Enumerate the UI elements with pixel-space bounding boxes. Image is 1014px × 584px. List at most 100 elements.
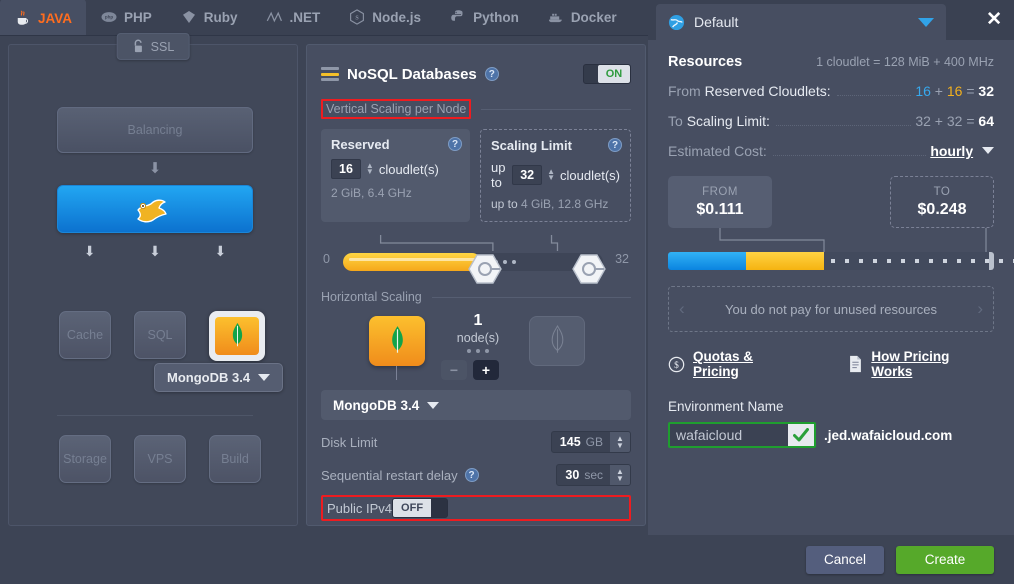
python-snake-icon [451, 10, 463, 21]
app-server-node[interactable] [57, 185, 253, 233]
help-icon[interactable]: ? [608, 138, 622, 152]
restart-delay-label: Sequential restart delay [321, 467, 458, 483]
restart-delay-label-group: Sequential restart delay ? [321, 468, 479, 483]
tab-docker[interactable]: Docker [533, 0, 631, 35]
balancing-node[interactable]: Balancing [57, 107, 253, 153]
horizontal-scaling-body: 1 node(s) − + [321, 312, 631, 390]
reserved-title: Reserved [331, 137, 390, 152]
tab-python[interactable]: Python [435, 0, 533, 35]
tab-label: Docker [570, 9, 617, 25]
tab-label: JAVA [38, 10, 73, 26]
disk-limit-value[interactable]: 145 [552, 435, 586, 449]
mongodb-version-chip[interactable]: MongoDB 3.4 [154, 363, 284, 392]
cancel-button[interactable]: Cancel [806, 545, 884, 574]
node-count-dots [439, 349, 517, 353]
topology-node-mongodb[interactable] [209, 311, 265, 361]
chevron-down-icon[interactable] [918, 17, 934, 27]
create-button[interactable]: Create [896, 545, 994, 574]
node-label: Build [221, 452, 249, 466]
estimated-cost-period[interactable]: hourly [930, 143, 994, 159]
language-tab-bar: JAVA php PHP Ruby .NET S Node.js Python [0, 0, 648, 36]
environment-tab-default[interactable]: Default [656, 4, 946, 40]
node-label: Storage [63, 452, 107, 466]
public-ipv4-toggle[interactable]: OFF [392, 498, 449, 518]
how-pricing-works-link[interactable]: How Pricing Works [848, 349, 994, 379]
scaling-limit-cloudlets-input[interactable]: 32 [512, 165, 543, 185]
topology-node-storage[interactable]: Storage [59, 435, 111, 483]
ruby-gem-icon [182, 11, 195, 23]
environment-tab-label: Default [694, 14, 739, 30]
cost-from-value: $0.111 [696, 200, 744, 218]
docker-whale-icon [548, 13, 562, 23]
environment-name-input[interactable] [670, 424, 788, 446]
resources-title: Resources [668, 54, 743, 70]
help-icon[interactable]: ? [448, 137, 462, 151]
tab-php[interactable]: php PHP [86, 0, 166, 35]
topology-node-build[interactable]: Build [209, 435, 261, 483]
pricing-links: $ Quotas & Pricing How Pricing Works [668, 349, 994, 379]
increase-nodes-button[interactable]: + [473, 360, 499, 380]
nosql-power-toggle[interactable]: ON [583, 64, 631, 84]
next-icon[interactable]: › [977, 299, 983, 319]
environment-tab-bar: Default ✕ [648, 0, 1014, 40]
tab-ruby[interactable]: Ruby [166, 0, 252, 35]
nodejs-hexagon-icon: S [350, 9, 365, 25]
nosql-settings-panel: NoSQL Databases ? ON Vertical Scaling pe… [306, 44, 646, 526]
reserved-card[interactable]: Reserved ? 16 ▲ ▼ cloudlet(s) 2 GiB, 6.4 … [321, 129, 470, 222]
document-icon [850, 355, 862, 373]
reserved-unit: cloudlet(s) [378, 161, 439, 177]
spinner-icon[interactable]: ▲ ▼ [366, 162, 374, 176]
disk-limit-control: 145 GB ▲ ▼ [550, 431, 631, 453]
to-limit-row: To Scaling Limit: 32 + 32 = 64 [668, 113, 994, 130]
close-icon[interactable]: ✕ [986, 10, 1002, 29]
dot-leader [775, 125, 912, 126]
notice-text: You do not pay for unused resources [725, 301, 937, 317]
db-version-select[interactable]: MongoDB 3.4 [321, 390, 631, 420]
reserved-cloudlets-input[interactable]: 16 [331, 159, 361, 179]
environment-name-field-group [668, 422, 816, 448]
environment-panel: Default ✕ Resources 1 cloudlet = 128 MiB… [648, 0, 1014, 535]
cost-bar-reserved-yellow [746, 252, 825, 270]
restart-delay-row: Sequential restart delay ? 30 sec ▲ ▼ [321, 464, 631, 486]
mongodb-version-label: MongoDB 3.4 [167, 370, 251, 385]
tab-label: Python [473, 9, 519, 25]
php-elephant-icon: php [101, 12, 117, 22]
decrease-nodes-button[interactable]: − [441, 360, 467, 380]
reserved-value-row: 16 ▲ ▼ cloudlet(s) [331, 159, 460, 179]
ssl-chip[interactable]: SSL [116, 33, 190, 60]
topology-node-vps[interactable]: VPS [134, 435, 186, 483]
java-coffee-icon [17, 10, 29, 25]
topology-node-sql[interactable]: SQL [134, 311, 186, 359]
restart-delay-stepper[interactable]: 30 sec ▲ ▼ [556, 464, 631, 486]
prev-icon[interactable]: ‹ [679, 299, 685, 319]
quotas-and-pricing-link[interactable]: $ Quotas & Pricing [668, 349, 802, 379]
slider-track[interactable] [343, 253, 606, 284]
tab-nodejs[interactable]: S Node.js [334, 0, 435, 35]
toggle-knob [584, 65, 598, 83]
spinner-icon[interactable]: ▲ ▼ [610, 432, 630, 452]
slider-handle-limit[interactable] [571, 253, 606, 285]
cost-leader-lines [719, 228, 987, 252]
tab-dotnet[interactable]: .NET [252, 0, 335, 35]
spinner-icon[interactable]: ▲ ▼ [547, 168, 555, 182]
help-icon[interactable]: ? [484, 67, 499, 81]
node-count-group: 1 node(s) [439, 312, 517, 353]
spinner-icon[interactable]: ▲ ▼ [610, 465, 630, 485]
node-instance-active[interactable] [369, 316, 425, 366]
slider-handle-reserved[interactable] [467, 253, 502, 285]
cost-bar-dots [831, 259, 1014, 263]
restart-delay-control: 30 sec ▲ ▼ [556, 464, 631, 486]
disk-limit-stepper[interactable]: 145 GB ▲ ▼ [550, 431, 631, 453]
cloudlet-slider[interactable]: 0 32 [321, 235, 631, 284]
check-icon [788, 424, 814, 446]
tab-java[interactable]: JAVA [0, 0, 87, 35]
node-instance-placeholder[interactable] [529, 316, 585, 366]
dotnet-icon [266, 11, 282, 23]
topology-node-cache[interactable]: Cache [59, 311, 111, 359]
dialog-footer: Cancel Create [0, 535, 1014, 584]
scaling-limit-card[interactable]: Scaling Limit ? up to 32 ▲ ▼ cloudlet(s) … [480, 129, 631, 222]
restart-delay-value[interactable]: 30 [557, 468, 584, 482]
balancing-label: Balancing [127, 123, 183, 137]
help-icon[interactable]: ? [464, 468, 479, 482]
mongodb-leaf-icon [551, 325, 563, 353]
